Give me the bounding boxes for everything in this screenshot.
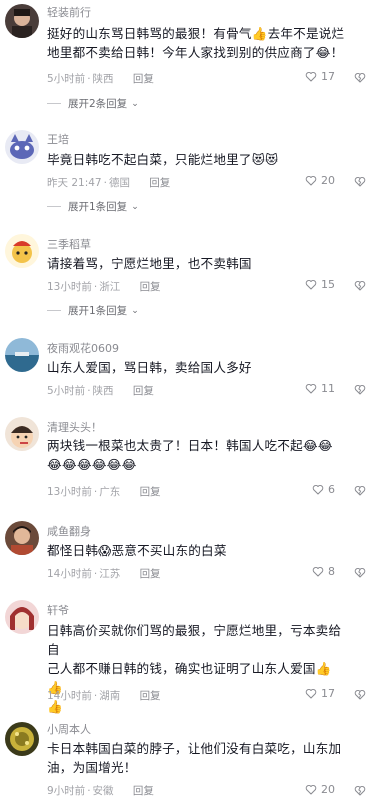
like-count: 15 <box>321 277 335 291</box>
reply-button[interactable]: 回复 <box>133 73 154 85</box>
like-count: 6 <box>328 482 335 496</box>
reply-button[interactable]: 回复 <box>140 690 161 702</box>
comment-username[interactable]: 轩爷 <box>47 602 69 618</box>
heart-icon <box>305 383 317 394</box>
reply-button[interactable]: 回复 <box>133 785 154 797</box>
comment-location: 德国 <box>108 177 130 189</box>
like-button[interactable]: 17 <box>304 686 335 700</box>
like-button[interactable]: 20 <box>304 173 335 187</box>
chevron-down-icon: ⌄ <box>131 305 139 316</box>
comment-meta: 5小时前 · 陕西 回复 <box>47 73 154 85</box>
avatar[interactable] <box>5 130 39 164</box>
comment-text: 挺好的山东骂日韩骂的最狠！有骨气👍去年不是说烂 地里都不卖给日韩！今年人家找到别… <box>47 26 345 60</box>
avatar[interactable] <box>5 521 39 555</box>
like-button[interactable]: 8 <box>311 564 335 578</box>
like-button[interactable]: 17 <box>304 69 335 83</box>
heart-icon <box>312 484 324 495</box>
comment-location: 浙江 <box>99 281 121 293</box>
like-button[interactable]: 11 <box>304 381 335 395</box>
expand-replies-button[interactable]: 展开1条回复 ⌄ <box>47 303 139 318</box>
heart-icon <box>305 71 317 82</box>
expand-replies-button[interactable]: 展开1条回复 ⌄ <box>47 199 139 214</box>
dislike-icon[interactable] <box>353 687 367 701</box>
comment-text: 毕竟日韩吃不起白菜，只能烂地里了😻😻 <box>47 152 279 167</box>
dislike-icon[interactable] <box>353 278 367 292</box>
like-count: 8 <box>328 564 335 578</box>
heart-icon <box>305 175 317 186</box>
reply-button[interactable]: 回复 <box>133 385 154 397</box>
comment-time: 5小时前 <box>47 73 86 85</box>
comment-username[interactable]: 清理头头！ <box>47 419 102 435</box>
comment-location: 湖南 <box>99 690 121 702</box>
avatar[interactable] <box>5 600 39 634</box>
comment-time: 13小时前 <box>47 281 92 293</box>
expand-replies-button[interactable]: 展开2条回复 ⌄ <box>47 96 139 111</box>
dislike-icon[interactable] <box>353 565 367 579</box>
avatar[interactable] <box>5 417 39 451</box>
dislike-icon[interactable] <box>353 382 367 396</box>
comment-meta: 昨天 21:47 · 德国 回复 <box>47 177 171 189</box>
comment-location: 陕西 <box>92 385 114 397</box>
comment-time: 昨天 21:47 <box>47 177 102 189</box>
comment-location: 广东 <box>99 486 121 498</box>
avatar[interactable] <box>5 722 39 756</box>
comment-time: 13小时前 <box>47 486 92 498</box>
heart-icon <box>312 566 324 577</box>
comment-time: 9小时前 <box>47 785 86 797</box>
comment-time: 14小时前 <box>47 568 92 580</box>
heart-icon <box>305 784 317 795</box>
reply-button[interactable]: 回复 <box>149 177 170 189</box>
heart-icon <box>305 279 317 290</box>
like-count: 17 <box>321 686 335 700</box>
chevron-down-icon: ⌄ <box>131 98 139 109</box>
like-count: 20 <box>321 173 335 187</box>
comment-meta: 14小时前 · 湖南 回复 <box>47 690 161 702</box>
comment-meta: 14小时前 · 江苏 回复 <box>47 568 161 580</box>
comment-username[interactable]: 小周本人 <box>47 721 91 737</box>
like-button[interactable]: 6 <box>311 482 335 496</box>
dislike-icon[interactable] <box>353 783 367 797</box>
dislike-icon[interactable] <box>353 483 367 497</box>
comment-location: 陕西 <box>92 73 114 85</box>
comment-text: 都怪日韩😱恶意不买山东的白菜 <box>47 543 227 558</box>
dislike-icon[interactable] <box>353 174 367 188</box>
comment-text: 卡日本韩国白菜的脖子，让他们没有白菜吃，山东加 油，为国增光！ <box>47 741 342 775</box>
comment-username[interactable]: 夜雨观花0609 <box>47 340 119 356</box>
comment-meta: 13小时前 · 广东 回复 <box>47 486 161 498</box>
like-button[interactable]: 15 <box>304 277 335 291</box>
like-count: 17 <box>321 69 335 83</box>
comment-meta: 13小时前 · 浙江 回复 <box>47 281 161 293</box>
dislike-icon[interactable] <box>353 70 367 84</box>
reply-button[interactable]: 回复 <box>140 568 161 580</box>
heart-icon <box>305 688 317 699</box>
comment-username[interactable]: 王培 <box>47 131 69 147</box>
comment-text: 两块钱一根菜也太贵了！日本！韩国人吃不起😂😂 😂😂😂😂😂😂 <box>47 438 333 472</box>
comment-text: 山东人爱国，骂日韩，卖给国人多好 <box>47 360 252 375</box>
avatar[interactable] <box>5 234 39 268</box>
comment-meta: 9小时前 · 安徽 回复 <box>47 785 154 797</box>
reply-button[interactable]: 回复 <box>140 486 161 498</box>
comment-time: 5小时前 <box>47 385 86 397</box>
comment-username[interactable]: 轻装前行 <box>47 4 91 20</box>
like-count: 11 <box>321 381 335 395</box>
like-count: 20 <box>321 782 335 796</box>
avatar[interactable] <box>5 338 39 372</box>
comment-text: 请接着骂，宁愿烂地里，也不卖韩国 <box>47 256 252 271</box>
chevron-down-icon: ⌄ <box>131 201 139 212</box>
like-button[interactable]: 20 <box>304 782 335 796</box>
avatar[interactable] <box>5 4 39 38</box>
comment-time: 14小时前 <box>47 690 92 702</box>
comment-location: 江苏 <box>99 568 121 580</box>
comment-username[interactable]: 三季稻草 <box>47 236 91 252</box>
reply-button[interactable]: 回复 <box>140 281 161 293</box>
comment-username[interactable]: 咸鱼翻身 <box>47 523 91 539</box>
comment-meta: 5小时前 · 陕西 回复 <box>47 385 154 397</box>
comment-location: 安徽 <box>92 785 114 797</box>
